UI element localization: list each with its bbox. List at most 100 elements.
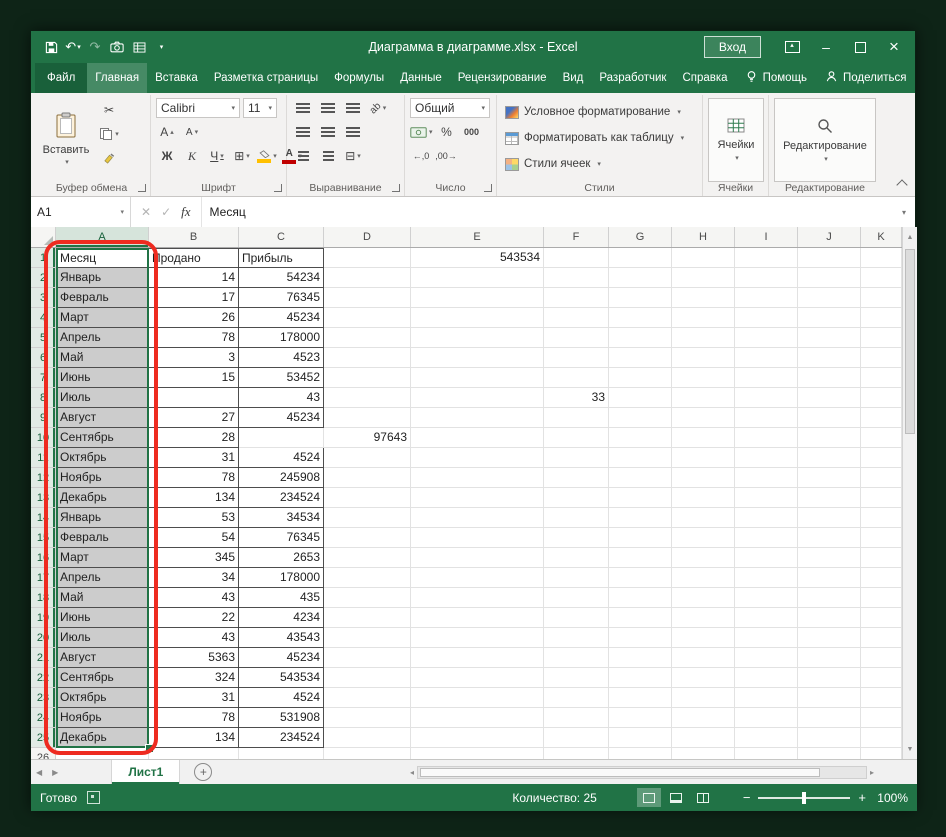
cell-C20[interactable]: 43543	[239, 628, 324, 648]
ribbon-tab-file[interactable]: Файл	[35, 63, 88, 93]
cell-F18[interactable]	[544, 588, 609, 608]
cell-A7[interactable]: Июнь	[56, 368, 149, 388]
cell-I14[interactable]	[735, 508, 798, 528]
help-button[interactable]: Помощь	[736, 63, 816, 93]
cell-F12[interactable]	[544, 468, 609, 488]
cell-A4[interactable]: Март	[56, 308, 149, 328]
cell-G24[interactable]	[609, 708, 672, 728]
cell-D26[interactable]	[324, 748, 411, 759]
cell-F8[interactable]: 33	[544, 388, 609, 408]
ribbon-tab-6[interactable]: Рецензирование	[450, 63, 555, 93]
cell-I2[interactable]	[735, 268, 798, 288]
cell-H17[interactable]	[672, 568, 735, 588]
column-header-J[interactable]: J	[798, 227, 861, 247]
cell-K15[interactable]	[861, 528, 902, 548]
macro-record-icon[interactable]	[87, 791, 101, 804]
cell-C23[interactable]: 4524	[239, 688, 324, 708]
cell-I20[interactable]	[735, 628, 798, 648]
cell-C10[interactable]	[239, 428, 324, 448]
cell-G5[interactable]	[609, 328, 672, 348]
customize-qat-icon[interactable]: ▾	[151, 36, 171, 58]
cell-K4[interactable]	[861, 308, 902, 328]
cell-G9[interactable]	[609, 408, 672, 428]
cell-E4[interactable]	[411, 308, 544, 328]
cell-I11[interactable]	[735, 448, 798, 468]
fill-handle[interactable]	[145, 744, 154, 753]
cell-I5[interactable]	[735, 328, 798, 348]
ribbon-tab-4[interactable]: Формулы	[326, 63, 392, 93]
column-header-H[interactable]: H	[672, 227, 735, 247]
cell-H2[interactable]	[672, 268, 735, 288]
cell-E20[interactable]	[411, 628, 544, 648]
cell-B25[interactable]: 134	[149, 728, 239, 748]
cell-F11[interactable]	[544, 448, 609, 468]
camera-icon[interactable]	[107, 36, 127, 58]
hscroll-right-icon[interactable]: ▸	[867, 768, 877, 777]
cell-J5[interactable]	[798, 328, 861, 348]
cell-G22[interactable]	[609, 668, 672, 688]
cell-C13[interactable]: 234524	[239, 488, 324, 508]
cell-G15[interactable]	[609, 528, 672, 548]
cell-B23[interactable]: 31	[149, 688, 239, 708]
cell-D16[interactable]	[324, 548, 411, 568]
increase-decimal-icon[interactable]: ←,0	[410, 146, 432, 166]
cell-G13[interactable]	[609, 488, 672, 508]
cell-A18[interactable]: Май	[56, 588, 149, 608]
merge-center-button[interactable]: ⊟ ▾	[342, 146, 364, 166]
align-left-icon[interactable]	[292, 122, 314, 142]
cell-C7[interactable]: 53452	[239, 368, 324, 388]
cell-I24[interactable]	[735, 708, 798, 728]
cell-F22[interactable]	[544, 668, 609, 688]
cell-F7[interactable]	[544, 368, 609, 388]
cell-I16[interactable]	[735, 548, 798, 568]
cell-C16[interactable]: 2653	[239, 548, 324, 568]
cell-J9[interactable]	[798, 408, 861, 428]
align-middle-icon[interactable]	[317, 98, 339, 118]
sheet-tab-Лист1[interactable]: Лист1	[111, 760, 181, 784]
row-header-15[interactable]: 15	[31, 528, 56, 548]
cell-E17[interactable]	[411, 568, 544, 588]
share-button[interactable]: Поделиться	[816, 63, 916, 93]
row-header-3[interactable]: 3	[31, 288, 56, 308]
cell-K10[interactable]	[861, 428, 902, 448]
cell-A3[interactable]: Февраль	[56, 288, 149, 308]
cell-D13[interactable]	[324, 488, 411, 508]
name-box[interactable]: A1 ▾	[31, 197, 131, 227]
italic-button[interactable]: К	[181, 146, 203, 166]
cell-A1[interactable]: Месяц	[56, 248, 149, 268]
cell-A19[interactable]: Июнь	[56, 608, 149, 628]
cell-C5[interactable]: 178000	[239, 328, 324, 348]
cell-E26[interactable]	[411, 748, 544, 759]
cell-K16[interactable]	[861, 548, 902, 568]
cell-D15[interactable]	[324, 528, 411, 548]
align-center-icon[interactable]	[317, 122, 339, 142]
cell-D18[interactable]	[324, 588, 411, 608]
cell-D23[interactable]	[324, 688, 411, 708]
cell-E16[interactable]	[411, 548, 544, 568]
cell-A9[interactable]: Август	[56, 408, 149, 428]
cell-D24[interactable]	[324, 708, 411, 728]
cell-F16[interactable]	[544, 548, 609, 568]
cell-K19[interactable]	[861, 608, 902, 628]
number-format-combobox[interactable]: Общий ▾	[410, 98, 490, 118]
cell-C24[interactable]: 531908	[239, 708, 324, 728]
ribbon-tab-5[interactable]: Данные	[392, 63, 450, 93]
zoom-level[interactable]: 100%	[874, 791, 908, 805]
cell-G7[interactable]	[609, 368, 672, 388]
cell-A25[interactable]: Декабрь	[56, 728, 149, 748]
cell-F20[interactable]	[544, 628, 609, 648]
cell-A13[interactable]: Декабрь	[56, 488, 149, 508]
cell-I8[interactable]	[735, 388, 798, 408]
cell-G14[interactable]	[609, 508, 672, 528]
cell-F5[interactable]	[544, 328, 609, 348]
cell-B4[interactable]: 26	[149, 308, 239, 328]
cell-H7[interactable]	[672, 368, 735, 388]
cell-D3[interactable]	[324, 288, 411, 308]
cell-J21[interactable]	[798, 648, 861, 668]
row-header-14[interactable]: 14	[31, 508, 56, 528]
sign-in-button[interactable]: Вход	[703, 36, 761, 58]
cell-K26[interactable]	[861, 748, 902, 759]
cell-G16[interactable]	[609, 548, 672, 568]
cell-I4[interactable]	[735, 308, 798, 328]
cell-I26[interactable]	[735, 748, 798, 759]
